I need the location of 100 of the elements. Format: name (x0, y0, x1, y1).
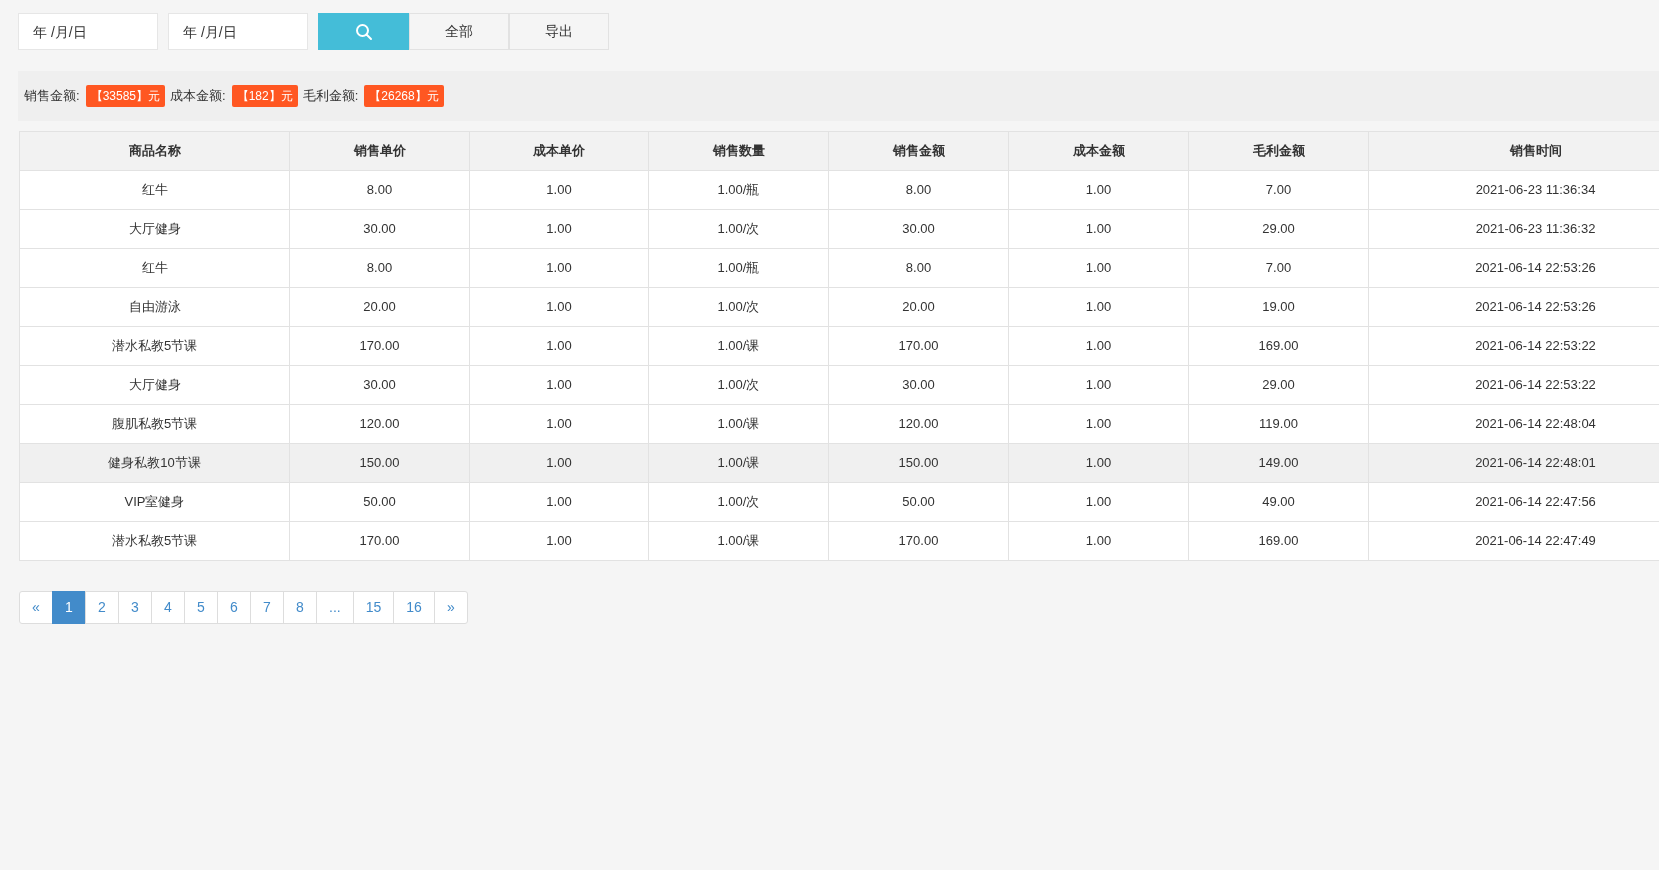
page-link[interactable]: 2 (85, 591, 119, 624)
table-cell: 红牛 (19, 248, 290, 288)
page-link[interactable]: ... (316, 591, 354, 624)
table-cell: 8.00 (828, 248, 1009, 288)
summary-label: 成本金额: (170, 87, 226, 106)
table-cell: 170.00 (828, 326, 1009, 366)
table-cell: 30.00 (828, 365, 1009, 405)
table-cell: 1.00 (469, 365, 649, 405)
table-cell: 1.00 (469, 482, 649, 522)
summary-label: 毛利金额: (302, 87, 359, 106)
table-cell: 1.00/瓶 (648, 170, 829, 210)
page-link[interactable]: 6 (217, 591, 251, 624)
table-cell: 1.00/次 (648, 287, 829, 327)
table-cell: 1.00/次 (648, 365, 829, 405)
table-cell: 1.00/课 (648, 521, 829, 561)
table-cell: 120.00 (289, 404, 470, 444)
table-cell: VIP室健身 (19, 482, 290, 522)
table-cell: 170.00 (289, 521, 470, 561)
table-cell: 1.00/次 (648, 209, 829, 249)
page-link[interactable]: 16 (393, 591, 435, 624)
page-link[interactable]: 5 (184, 591, 218, 624)
table-cell: 1.00/次 (648, 482, 829, 522)
table-cell: 1.00 (1008, 365, 1189, 405)
column-header: 销售数量 (648, 131, 829, 171)
table-cell: 1.00 (1008, 170, 1189, 210)
date-field[interactable]: 年 /月/日 (18, 13, 158, 50)
table-cell: 20.00 (828, 287, 1009, 327)
amount-badge: 【26268】元 (364, 85, 444, 107)
table-cell: 119.00 (1188, 404, 1369, 444)
page-link[interactable]: 15 (352, 591, 395, 624)
table-cell: 29.00 (1188, 209, 1369, 249)
table-cell: 1.00 (469, 521, 649, 561)
table-cell: 1.00 (469, 287, 649, 327)
table-cell: 潜水私教5节课 (19, 326, 290, 366)
table-cell: 1.00/瓶 (648, 248, 829, 288)
page-link[interactable]: 1 (52, 591, 86, 624)
toolbar-button[interactable]: 全部 (409, 13, 509, 50)
table-cell: 30.00 (828, 209, 1009, 249)
toolbar-button[interactable]: 导出 (509, 13, 609, 50)
column-header: 商品名称 (19, 131, 290, 171)
column-header: 销售金额 (828, 131, 1009, 171)
table-cell: 169.00 (1188, 326, 1369, 366)
date-field[interactable]: 年 /月/日 (168, 13, 308, 50)
table-cell: 1.00 (1008, 443, 1189, 483)
table-cell: 20.00 (289, 287, 470, 327)
table-cell: 1.00/课 (648, 443, 829, 483)
table-cell: 19.00 (1188, 287, 1369, 327)
table-cell: 1.00 (1008, 248, 1189, 288)
page-link[interactable]: « (19, 591, 53, 624)
table-cell: 149.00 (1188, 443, 1369, 483)
table-cell: 170.00 (289, 326, 470, 366)
page-link[interactable]: 8 (283, 591, 317, 624)
table-cell: 大厅健身 (19, 209, 290, 249)
search-button[interactable] (318, 13, 409, 50)
column-header: 销售时间 (1368, 131, 1659, 171)
table-cell: 30.00 (289, 209, 470, 249)
table-cell: 1.00 (469, 443, 649, 483)
page-link[interactable]: 7 (250, 591, 284, 624)
table-cell: 8.00 (289, 170, 470, 210)
table-cell: 30.00 (289, 365, 470, 405)
table-cell: 1.00/课 (648, 326, 829, 366)
column-header: 成本金额 (1008, 131, 1189, 171)
table-cell: 红牛 (19, 170, 290, 210)
table-cell: 7.00 (1188, 248, 1369, 288)
table-cell: 50.00 (289, 482, 470, 522)
table-cell: 1.00 (469, 209, 649, 249)
table-cell: 8.00 (289, 248, 470, 288)
column-header: 毛利金额 (1188, 131, 1369, 171)
table-cell: 大厅健身 (19, 365, 290, 405)
search-icon (354, 22, 373, 41)
table-cell: 1.00 (469, 248, 649, 288)
column-header: 销售单价 (289, 131, 470, 171)
table-cell: 1.00 (1008, 209, 1189, 249)
table-cell: 8.00 (828, 170, 1009, 210)
table-cell: 1.00 (1008, 287, 1189, 327)
table-cell: 29.00 (1188, 365, 1369, 405)
table-cell: 170.00 (828, 521, 1009, 561)
table-cell: 49.00 (1188, 482, 1369, 522)
table-cell: 150.00 (828, 443, 1009, 483)
amount-badge: 【182】元 (231, 85, 298, 107)
table-cell: 50.00 (828, 482, 1009, 522)
table-cell: 1.00 (1008, 404, 1189, 444)
page-link[interactable]: » (433, 591, 468, 624)
table-cell: 1.00 (1008, 326, 1189, 366)
table-cell: 150.00 (289, 443, 470, 483)
table-cell: 1.00 (1008, 521, 1189, 561)
table-cell: 169.00 (1188, 521, 1369, 561)
table-cell: 1.00 (469, 326, 649, 366)
table-cell: 1.00 (1008, 482, 1189, 522)
table-cell: 1.00 (469, 170, 649, 210)
column-header: 成本单价 (469, 131, 649, 171)
table-cell: 7.00 (1188, 170, 1369, 210)
table-cell: 1.00 (469, 404, 649, 444)
table-cell: 健身私教10节课 (19, 443, 290, 483)
amount-badge: 【33585】元 (85, 85, 165, 107)
page-link[interactable]: 4 (151, 591, 185, 624)
page-link[interactable]: 3 (118, 591, 152, 624)
table-cell: 1.00/课 (648, 404, 829, 444)
table-cell: 120.00 (828, 404, 1009, 444)
table-cell: 潜水私教5节课 (19, 521, 290, 561)
